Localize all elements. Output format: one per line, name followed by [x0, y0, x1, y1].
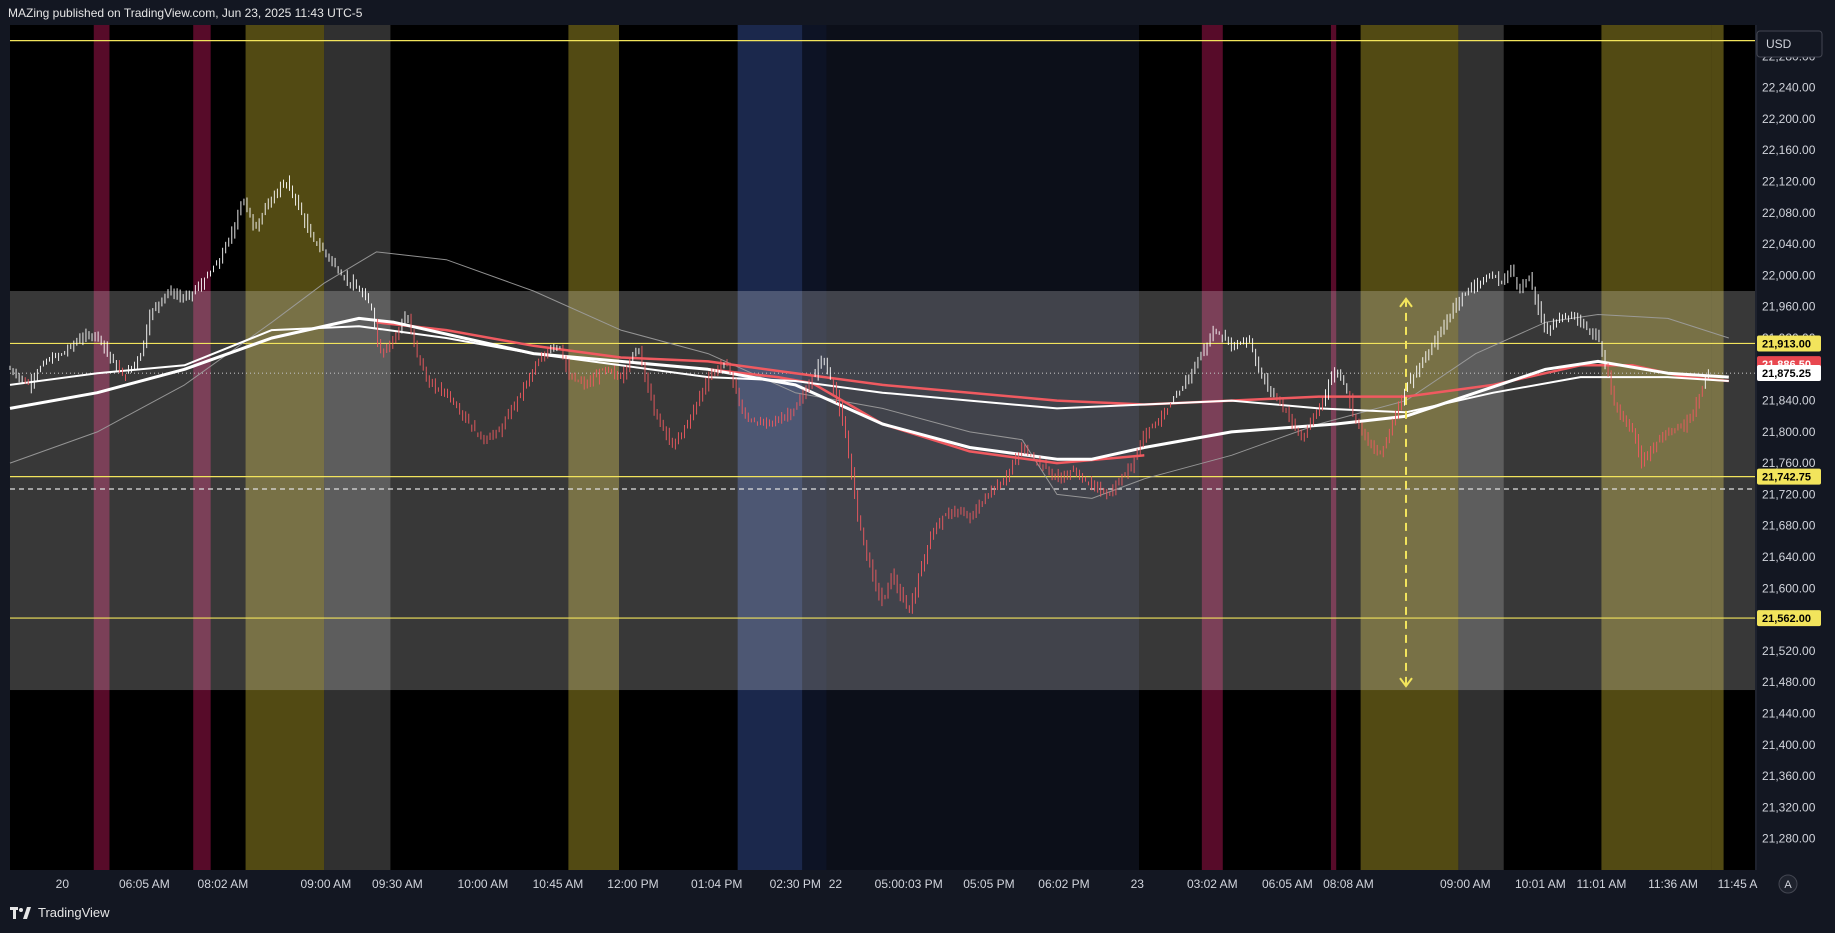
x-tick-label: 12:00 PM: [607, 877, 658, 891]
y-tick-label: 21,360.00: [1762, 769, 1816, 783]
x-tick-label: 08:02 AM: [198, 877, 249, 891]
y-tick-label: 22,160.00: [1762, 143, 1816, 157]
price-label-text: 21,562.00: [1762, 613, 1811, 625]
x-tick-label: 01:04 PM: [691, 877, 742, 891]
range-box: [10, 291, 1755, 691]
x-tick-label: 02:30 PM: [770, 877, 821, 891]
y-tick-label: 21,960.00: [1762, 300, 1816, 314]
y-tick-label: 21,400.00: [1762, 738, 1816, 752]
chart-root: MAZing published on TradingView.com, Jun…: [0, 0, 1835, 933]
x-tick-label: 11:36 AM: [1648, 877, 1698, 891]
auto-scale-label: A: [1784, 879, 1792, 891]
x-tick-label: 11:45 A: [1718, 877, 1758, 891]
x-tick-label: 11:01 AM: [1577, 877, 1627, 891]
x-tick-label: 03:02 AM: [1187, 877, 1238, 891]
currency-button-label: USD: [1766, 37, 1792, 51]
y-tick-label: 21,760.00: [1762, 456, 1816, 470]
x-tick-label: 05:05 PM: [963, 877, 1014, 891]
y-tick-label: 21,480.00: [1762, 675, 1816, 689]
y-tick-label: 21,640.00: [1762, 550, 1816, 564]
price-label-text: 21,742.75: [1762, 472, 1811, 484]
y-tick-label: 22,040.00: [1762, 237, 1816, 251]
x-tick-label: 20: [56, 877, 70, 891]
x-tick-label: 10:00 AM: [458, 877, 509, 891]
y-tick-label: 21,280.00: [1762, 832, 1816, 846]
y-tick-label: 21,520.00: [1762, 644, 1816, 658]
footer-brand[interactable]: TradingView: [10, 905, 110, 920]
y-tick-label: 22,120.00: [1762, 174, 1816, 188]
x-tick-label: 09:00 AM: [300, 877, 351, 891]
tradingview-logo-icon: [10, 906, 32, 919]
y-tick-label: 22,240.00: [1762, 81, 1816, 95]
y-tick-label: 22,080.00: [1762, 206, 1816, 220]
x-tick-label: 09:00 AM: [1440, 877, 1491, 891]
y-tick-label: 22,200.00: [1762, 112, 1816, 126]
y-tick-label: 21,320.00: [1762, 800, 1816, 814]
price-label-text: 21,875.25: [1762, 368, 1811, 380]
x-tick-label: 10:45 AM: [533, 877, 584, 891]
price-chart[interactable]: 22,280.0022,240.0022,200.0022,160.0022,1…: [0, 0, 1835, 933]
x-tick-label: 06:02 PM: [1038, 877, 1089, 891]
x-tick-label: 10:01 AM: [1515, 877, 1566, 891]
x-tick-label: 06:05 AM: [1262, 877, 1313, 891]
y-tick-label: 22,000.00: [1762, 268, 1816, 282]
x-tick-label: 08:08 AM: [1323, 877, 1374, 891]
y-tick-label: 21,840.00: [1762, 394, 1816, 408]
y-tick-label: 21,600.00: [1762, 581, 1816, 595]
y-tick-label: 21,680.00: [1762, 519, 1816, 533]
x-tick-label: 06:05 AM: [119, 877, 170, 891]
y-tick-label: 21,440.00: [1762, 707, 1816, 721]
x-tick-label: 05:00:03 PM: [875, 877, 943, 891]
x-tick-label: 22: [829, 877, 843, 891]
y-tick-label: 21,720.00: [1762, 487, 1816, 501]
price-label-text: 21,913.00: [1762, 338, 1811, 350]
x-tick-label: 23: [1131, 877, 1145, 891]
y-tick-label: 21,800.00: [1762, 425, 1816, 439]
x-tick-label: 09:30 AM: [372, 877, 423, 891]
footer-brand-label: TradingView: [38, 905, 110, 920]
